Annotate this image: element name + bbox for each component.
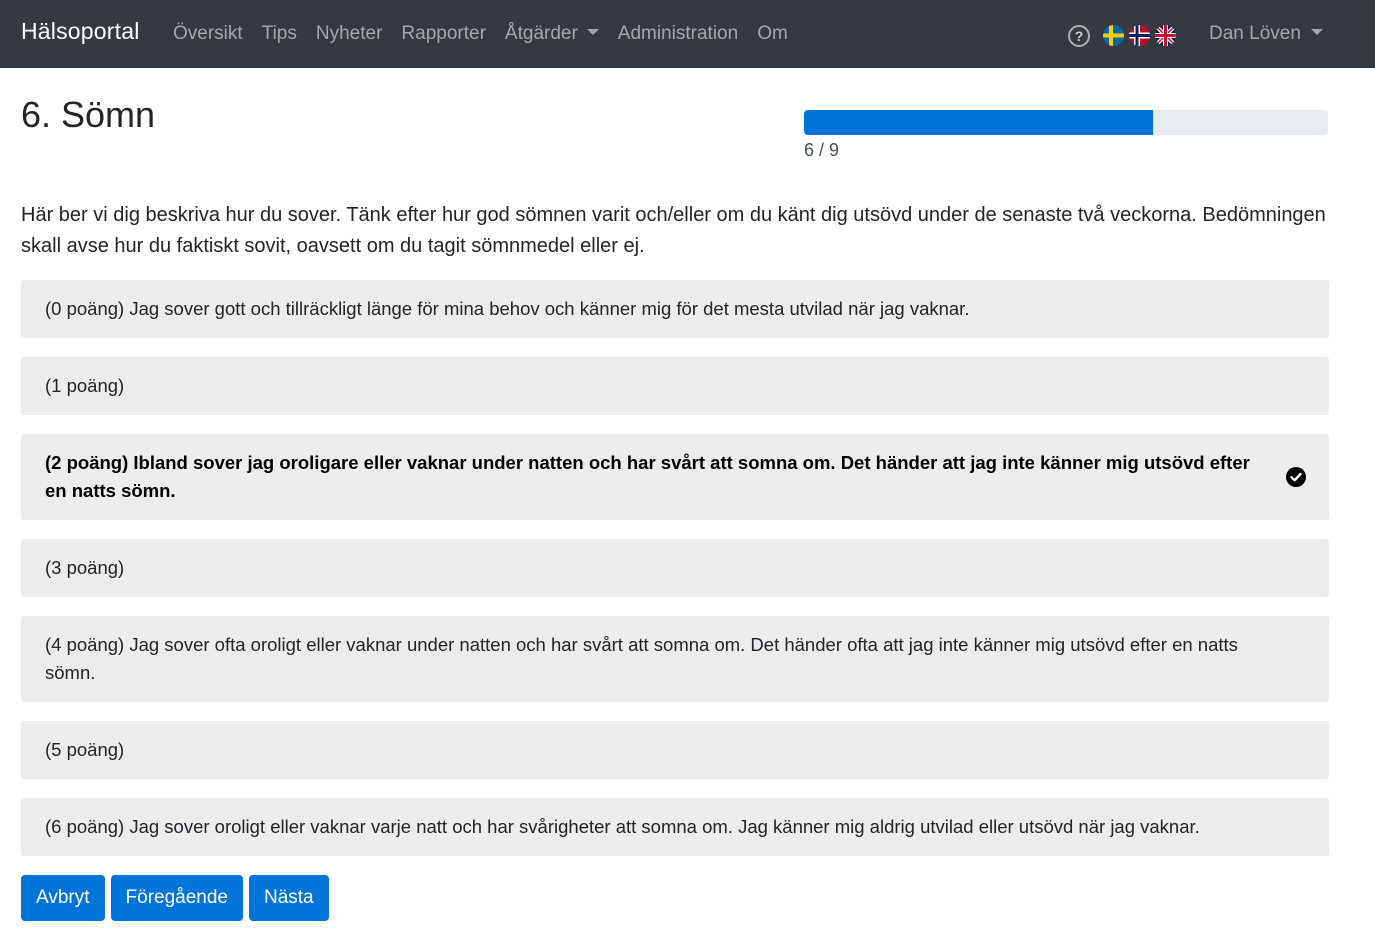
- option-text: (5 poäng): [45, 739, 125, 760]
- nav-link-nyheter[interactable]: Nyheter: [316, 23, 383, 45]
- caret-down-icon: [1310, 28, 1323, 35]
- option-text: (6 poäng) Jag sover oroligt eller vaknar…: [45, 816, 1200, 837]
- answer-option-6[interactable]: (6 poäng) Jag sover oroligt eller vaknar…: [21, 798, 1329, 856]
- nav-link-atgarder-label: Åtgärder: [504, 23, 578, 44]
- progress-track: [804, 110, 1328, 135]
- answer-options: (0 poäng) Jag sover gott och tillräcklig…: [21, 280, 1329, 875]
- option-text: (2 poäng) Ibland sover jag oroligare ell…: [45, 452, 1250, 501]
- norway-flag-icon[interactable]: [1129, 25, 1150, 46]
- nav-link-administration[interactable]: Administration: [618, 23, 738, 45]
- next-button[interactable]: Nästa: [248, 875, 329, 921]
- question-circle-icon[interactable]: ?: [1068, 25, 1090, 47]
- answer-option-0[interactable]: (0 poäng) Jag sover gott och tillräcklig…: [21, 280, 1329, 338]
- answer-option-1[interactable]: (1 poäng): [21, 357, 1329, 415]
- progress-label: 6 / 9: [804, 140, 840, 160]
- page-title: 6. Sömn: [21, 94, 156, 135]
- cancel-button[interactable]: Avbryt: [21, 875, 105, 921]
- nav-link-oversikt[interactable]: Översikt: [173, 23, 243, 45]
- user-dropdown[interactable]: Dan Löven: [1209, 23, 1323, 45]
- answer-option-2[interactable]: (2 poäng) Ibland sover jag oroligare ell…: [21, 434, 1329, 520]
- sweden-flag-icon[interactable]: [1103, 25, 1124, 46]
- nav-link-tips[interactable]: Tips: [262, 23, 297, 45]
- button-row: Avbryt Föregående Nästa: [21, 875, 335, 921]
- top-navbar: Hälsoportal Översikt Tips Nyheter Rappor…: [0, 0, 1375, 68]
- nav-link-rapporter[interactable]: Rapporter: [401, 23, 486, 45]
- option-text: (1 poäng): [45, 375, 125, 396]
- answer-option-3[interactable]: (3 poäng): [21, 539, 1329, 597]
- caret-down-icon: [586, 28, 599, 35]
- user-name: Dan Löven: [1209, 23, 1301, 44]
- intro-text: Här ber vi dig beskriva hur du sover. Tä…: [21, 204, 1326, 257]
- previous-button[interactable]: Föregående: [110, 875, 243, 921]
- answer-option-4[interactable]: (4 poäng) Jag sover ofta oroligt eller v…: [21, 616, 1329, 702]
- check-circle-icon: [1286, 467, 1306, 487]
- nav-dropdown-atgarder[interactable]: Åtgärder: [505, 23, 599, 45]
- progress-bar: [804, 110, 1154, 135]
- uk-flag-icon[interactable]: [1155, 25, 1176, 46]
- nav-links: Översikt Tips Nyheter Rapporter Åtgärder…: [173, 23, 807, 45]
- option-text: (4 poäng) Jag sover ofta oroligt eller v…: [45, 634, 1238, 683]
- brand-logo[interactable]: Hälsoportal: [21, 18, 140, 45]
- answer-option-5[interactable]: (5 poäng): [21, 721, 1329, 779]
- nav-link-om[interactable]: Om: [757, 23, 788, 45]
- option-text: (0 poäng) Jag sover gott och tillräcklig…: [45, 298, 970, 319]
- option-text: (3 poäng): [45, 557, 125, 578]
